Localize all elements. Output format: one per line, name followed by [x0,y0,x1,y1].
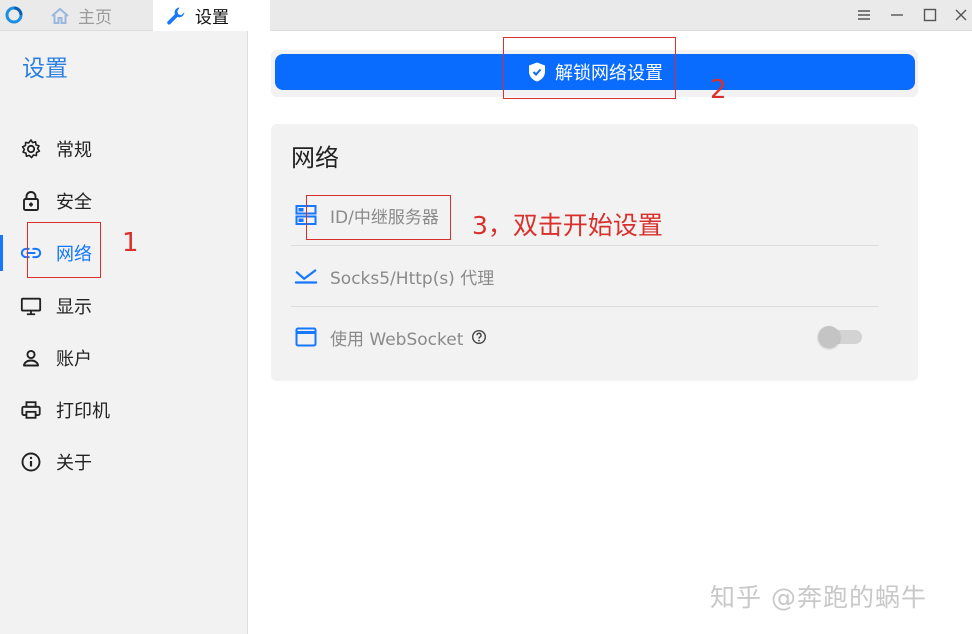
sidebar-item-label: 显示 [56,297,92,318]
network-section-title: 网络 [291,144,339,172]
watermark: 知乎 @奔跑的蜗牛 [710,583,927,612]
websocket-label: 使用 WebSocket [330,329,464,350]
sidebar-item-about[interactable]: 关于 [0,442,247,482]
annotation-box-1 [27,222,101,278]
tab-settings-label: 设置 [195,8,229,28]
home-icon [51,7,69,24]
sidebar-item-account[interactable]: 账户 [0,338,247,378]
hamburger-icon [858,10,870,20]
sidebar-item-label: 账户 [56,349,92,370]
annotation-step-3: 3，双击开始设置 [472,211,663,240]
sidebar-item-display[interactable]: 显示 [0,286,247,326]
menu-button[interactable] [855,6,873,24]
tab-home[interactable]: 主页 [42,0,150,31]
sidebar-item-label: 安全 [56,192,92,213]
minimize-icon [891,14,903,16]
socks5-proxy-row[interactable]: Socks5/Http(s) 代理 [291,246,879,306]
lock-icon [20,190,42,212]
sidebar-item-security[interactable]: 安全 [0,181,247,221]
gear-icon [20,138,42,160]
sidebar: 设置 常规 安全 网络 显示 账户 打印机 关于 [0,31,248,634]
annotation-box-3 [306,195,451,240]
user-icon [20,347,42,369]
help-icon[interactable] [471,329,487,345]
websocket-toggle[interactable] [818,326,864,348]
monitor-icon [20,295,42,317]
annotation-box-2 [503,37,676,99]
info-icon [20,451,42,473]
annotation-step-1: 1 [122,228,139,258]
sidebar-item-general[interactable]: 常规 [0,129,247,169]
toggle-knob [818,326,840,348]
app-logo-icon [5,6,23,24]
annotation-step-2: 2 [710,75,727,105]
wrench-icon [167,7,185,25]
maximize-button[interactable] [921,6,939,24]
sidebar-item-printer[interactable]: 打印机 [0,390,247,430]
sidebar-item-label: 关于 [56,453,92,474]
title-bar: 主页 设置 [0,0,972,31]
window-icon [294,325,318,349]
tab-home-label: 主页 [78,8,112,28]
websocket-row: 使用 WebSocket [291,307,879,367]
tab-settings[interactable]: 设置 [153,0,270,31]
socks5-proxy-label: Socks5/Http(s) 代理 [330,268,495,289]
maximize-icon [923,8,937,22]
sidebar-title: 设置 [22,56,68,82]
close-icon [955,9,967,21]
sidebar-item-label: 打印机 [56,401,110,422]
close-button[interactable] [952,6,970,24]
sidebar-item-label: 常规 [56,140,92,161]
proxy-icon [294,264,318,288]
minimize-button[interactable] [888,6,906,24]
printer-icon [20,399,42,421]
